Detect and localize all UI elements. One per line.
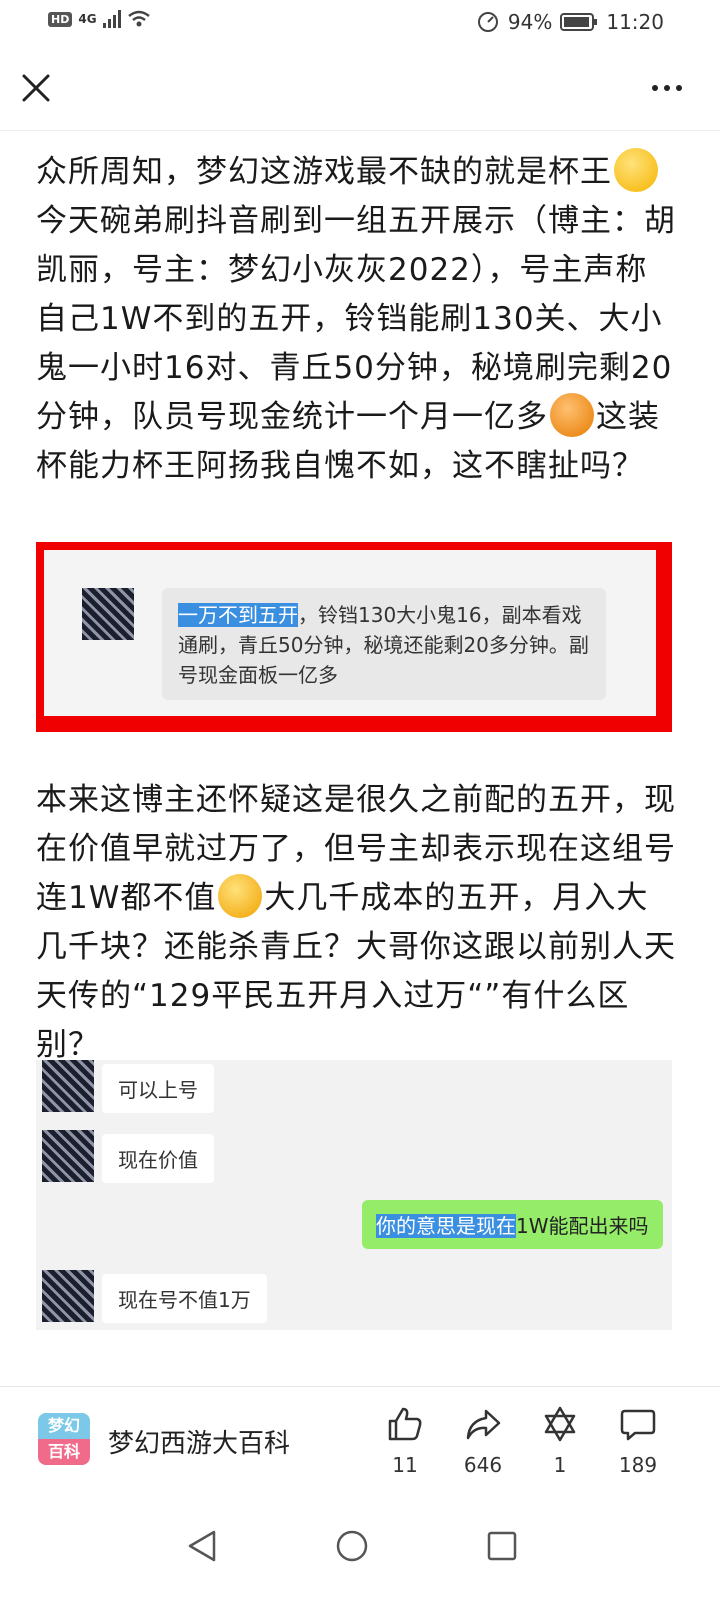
- status-bar: HD 4G 94% 11:20: [0, 0, 720, 46]
- top-bar: [0, 46, 720, 131]
- more-options-button[interactable]: [652, 74, 692, 102]
- home-circle-icon[interactable]: [334, 1528, 370, 1564]
- share-arrow-icon: [466, 1409, 501, 1440]
- account-avatar[interactable]: 梦幻 百科: [38, 1413, 90, 1465]
- pleading-face-emoji-icon: [614, 148, 658, 192]
- article-paragraph-2: 本来这博主还怀疑这是很久之前配的五开，现在价值早就过万了，但号主却表示现在这组号…: [36, 776, 676, 1070]
- share-count: 646: [463, 1453, 503, 1477]
- back-triangle-icon[interactable]: [184, 1528, 220, 1564]
- more-dot-icon: [664, 85, 670, 91]
- angry-face-emoji-icon: [550, 393, 594, 437]
- chat-screenshot-1: 一万不到五开，铃铛130大小鬼16，副本看戏通刷，青丘50分钟，秘境还能剩20多…: [36, 542, 672, 732]
- highlighted-text: 一万不到五开: [178, 603, 298, 627]
- recents-square-icon[interactable]: [484, 1528, 520, 1564]
- signal-icon: [102, 10, 121, 28]
- account-name[interactable]: 梦幻西游大百科: [108, 1423, 290, 1460]
- comment-button[interactable]: 189: [603, 1405, 673, 1477]
- avatar: [42, 1130, 94, 1182]
- chat-bubble-sent: 你的意思是现在1W能配出来吗: [362, 1200, 663, 1249]
- avatar: [42, 1270, 94, 1322]
- thumbs-up-icon: [388, 1407, 422, 1441]
- clock: 11:20: [606, 10, 664, 34]
- wifi-icon: [127, 10, 150, 27]
- chat-bubble: 一万不到五开，铃铛130大小鬼16，副本看戏通刷，青丘50分钟，秘境还能剩20多…: [162, 588, 606, 700]
- battery-percent: 94%: [507, 10, 553, 34]
- highlighted-text: 你的意思是现在: [376, 1214, 516, 1238]
- favorite-count: 1: [553, 1453, 567, 1477]
- close-icon: [22, 74, 50, 102]
- screaming-face-emoji-icon: [218, 874, 263, 918]
- comment-count: 189: [618, 1453, 658, 1477]
- chat-bubble: 可以上号: [102, 1064, 214, 1113]
- like-button[interactable]: 11: [370, 1405, 440, 1477]
- chat-bubble: 现在号不值1万: [102, 1274, 267, 1323]
- battery-icon: [560, 13, 598, 31]
- logo-top-text: 梦幻: [38, 1413, 90, 1439]
- avatar: [82, 588, 134, 640]
- bottom-action-bar: 梦幻 百科 梦幻西游大百科 11 646 1 189: [0, 1386, 720, 1499]
- network-type: 4G: [78, 12, 97, 26]
- more-dot-icon: [676, 85, 682, 91]
- avatar: [42, 1060, 94, 1112]
- more-dot-icon: [652, 85, 658, 91]
- logo-bottom-text: 百科: [38, 1439, 90, 1465]
- system-navigation-bar: [0, 1498, 720, 1600]
- like-count: 11: [392, 1453, 418, 1477]
- speedometer-icon: [477, 12, 498, 32]
- chat-bubble: 现在价值: [102, 1134, 214, 1183]
- close-button[interactable]: [18, 70, 54, 106]
- chat-screenshot-background: 一万不到五开，铃铛130大小鬼16，副本看戏通刷，青丘50分钟，秘境还能剩20多…: [44, 550, 656, 716]
- hd-indicator: HD: [48, 11, 73, 27]
- share-button[interactable]: 646: [448, 1405, 518, 1477]
- comment-icon: [620, 1409, 656, 1441]
- paragraph-text: 众所周知，梦幻这游戏最不缺的就是杯王: [36, 154, 612, 190]
- chat-screenshot-2: 可以上号 现在价值 你的意思是现在1W能配出来吗 现在号不值1万: [36, 1060, 672, 1330]
- favorite-button[interactable]: 1: [525, 1405, 595, 1477]
- article-paragraph-1: 众所周知，梦幻这游戏最不缺的就是杯王今天碗弟刷抖音刷到一组五开展示（博主：胡凯丽…: [36, 148, 676, 491]
- chat-message-text: 1W能配出来吗: [516, 1214, 649, 1238]
- star-of-david-icon: [544, 1406, 576, 1442]
